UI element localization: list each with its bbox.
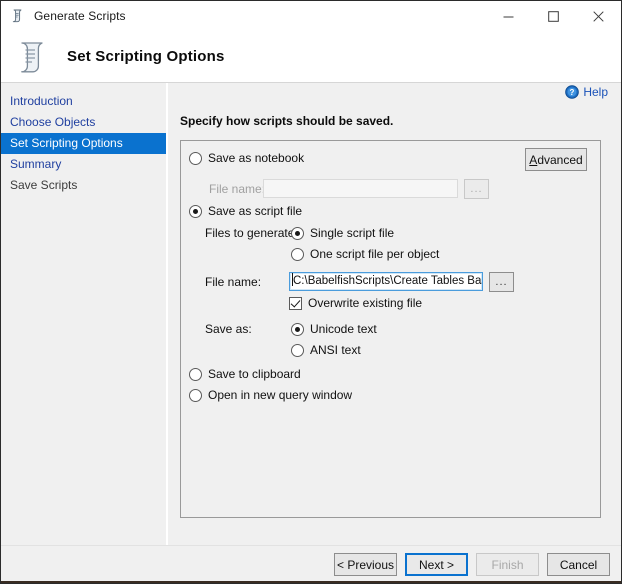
cancel-button-label: Cancel	[560, 558, 597, 572]
dialog-header: Set Scripting Options	[1, 31, 621, 83]
radio-ansi-text[interactable]	[291, 344, 304, 357]
script-file-name-row: File name:	[205, 275, 261, 289]
title-bar: Generate Scripts	[1, 1, 621, 31]
notebook-file-name-input[interactable]	[263, 179, 458, 198]
sidebar-item-introduction[interactable]: Introduction	[1, 91, 166, 112]
radio-unicode-text[interactable]	[291, 323, 304, 336]
previous-button[interactable]: < Previous	[334, 553, 397, 576]
radio-single-script-file[interactable]	[291, 227, 304, 240]
previous-button-label: < Previous	[337, 558, 394, 572]
dialog-body: Introduction Choose Objects Set Scriptin…	[1, 83, 621, 583]
next-button-label: Next >	[419, 558, 454, 572]
save-as-notebook-label: Save as notebook	[208, 151, 304, 165]
maximize-icon[interactable]	[531, 1, 576, 31]
save-as-script-file-option[interactable]: Save as script file	[189, 204, 302, 218]
notebook-file-name-row: File name:	[209, 182, 265, 196]
content-pane: ? Help Specify how scripts should be sav…	[168, 83, 621, 583]
ansi-text-option[interactable]: ANSI text	[291, 343, 361, 357]
single-script-file-label: Single script file	[310, 226, 394, 240]
window-title: Generate Scripts	[34, 9, 126, 23]
sidebar-item-summary[interactable]: Summary	[1, 154, 166, 175]
finish-button: Finish	[476, 553, 539, 576]
help-icon: ?	[565, 85, 579, 99]
save-to-clipboard-option[interactable]: Save to clipboard	[189, 367, 301, 381]
files-to-generate-label: Files to generate:	[205, 226, 298, 240]
radio-save-to-clipboard[interactable]	[189, 368, 202, 381]
one-script-file-per-object-option[interactable]: One script file per object	[291, 247, 439, 261]
close-icon[interactable]	[576, 1, 621, 31]
open-in-new-query-window-option[interactable]: Open in new query window	[189, 388, 352, 402]
unicode-text-label: Unicode text	[310, 322, 377, 336]
instruction-text: Specify how scripts should be saved.	[180, 114, 393, 128]
save-to-clipboard-label: Save to clipboard	[208, 367, 301, 381]
save-options-groupbox: Advanced Save as notebook File name: ...…	[180, 140, 601, 518]
script-scroll-icon	[13, 37, 53, 77]
footer-bar: < Previous Next > Finish Cancel	[1, 546, 621, 583]
overwrite-existing-file-label: Overwrite existing file	[308, 296, 422, 310]
finish-button-label: Finish	[491, 558, 523, 572]
checkbox-overwrite-existing-file[interactable]	[289, 297, 302, 310]
single-script-file-option[interactable]: Single script file	[291, 226, 394, 240]
radio-open-in-new-query-window[interactable]	[189, 389, 202, 402]
wizard-steps-sidebar: Introduction Choose Objects Set Scriptin…	[1, 83, 168, 583]
script-file-name-value: C:\BabelfishScripts\Create Tables Basic …	[293, 275, 483, 287]
radio-save-as-notebook[interactable]	[189, 152, 202, 165]
script-scroll-icon	[10, 8, 26, 24]
radio-one-script-file-per-object[interactable]	[291, 248, 304, 261]
svg-text:?: ?	[570, 88, 575, 97]
overwrite-existing-file-option[interactable]: Overwrite existing file	[289, 296, 422, 310]
open-in-new-query-window-label: Open in new query window	[208, 388, 352, 402]
script-file-name-label: File name:	[205, 275, 261, 289]
one-script-file-per-object-label: One script file per object	[310, 247, 439, 261]
sidebar-item-set-scripting-options[interactable]: Set Scripting Options	[1, 133, 166, 154]
save-as-label: Save as:	[205, 322, 252, 336]
unicode-text-option[interactable]: Unicode text	[291, 322, 377, 336]
minimize-icon[interactable]	[486, 1, 531, 31]
cancel-button[interactable]: Cancel	[547, 553, 610, 576]
page-title: Set Scripting Options	[67, 48, 225, 65]
ansi-text-label: ANSI text	[310, 343, 361, 357]
generate-scripts-dialog: Generate Scripts Set Scripting Option	[0, 0, 622, 584]
save-as-notebook-option[interactable]: Save as notebook	[189, 151, 304, 165]
save-as-script-file-label: Save as script file	[208, 204, 302, 218]
files-to-generate-row: Files to generate:	[205, 226, 298, 240]
notebook-browse-button[interactable]: ...	[464, 179, 489, 199]
script-browse-button[interactable]: ...	[489, 272, 514, 292]
sidebar-item-save-scripts[interactable]: Save Scripts	[1, 175, 166, 196]
window-controls	[486, 1, 621, 31]
advanced-button[interactable]: Advanced	[525, 148, 587, 171]
window-bottom-edge	[1, 581, 621, 583]
script-file-name-input[interactable]: C:\BabelfishScripts\Create Tables Basic …	[289, 272, 483, 291]
next-button[interactable]: Next >	[405, 553, 468, 576]
help-link[interactable]: ? Help	[565, 85, 608, 99]
save-as-encoding-row: Save as:	[205, 322, 252, 336]
help-label: Help	[583, 85, 608, 99]
sidebar-item-choose-objects[interactable]: Choose Objects	[1, 112, 166, 133]
radio-save-as-script-file[interactable]	[189, 205, 202, 218]
notebook-file-name-label: File name:	[209, 182, 265, 196]
